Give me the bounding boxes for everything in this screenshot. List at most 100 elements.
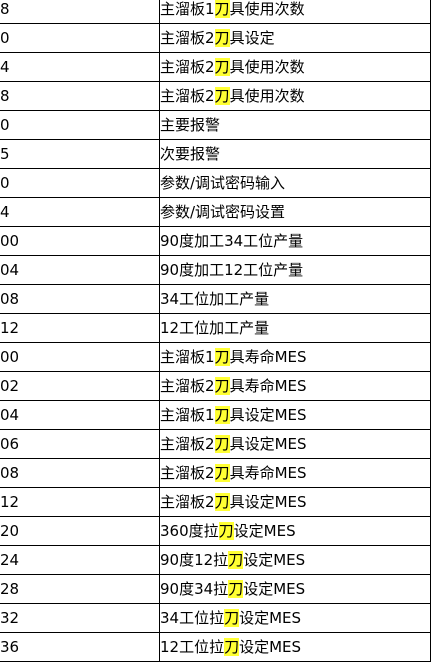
description-suffix: 具使用次数 [229, 58, 305, 76]
description-text: 主溜板2 [160, 58, 215, 76]
description-suffix: 具寿命MES [229, 377, 307, 395]
table-row: 00 主溜板1刀具寿命MES [0, 342, 431, 372]
table-row: 20 360度拉刀设定MES [0, 516, 431, 546]
description-suffix: 设定MES [239, 609, 302, 627]
description-text: 90度12拉 [160, 551, 229, 569]
code-cell: 00 [0, 226, 160, 256]
table-row: 8 主溜板1刀具使用次数 [0, 0, 431, 24]
description-cell: 12工位拉刀设定MES [159, 632, 431, 662]
description-suffix: 设定MES [243, 551, 306, 569]
highlighted-term: 刀 [214, 377, 230, 395]
description-text: 主溜板2 [160, 493, 215, 511]
table-row: 02 主溜板2刀具寿命MES [0, 371, 431, 401]
description-text: 次要报警 [160, 145, 221, 163]
description-cell: 34工位拉刀设定MES [159, 603, 431, 633]
highlighted-term: 刀 [228, 580, 244, 598]
code-cell: 12 [0, 487, 160, 517]
description-text: 主溜板2 [160, 29, 215, 47]
description-suffix: 具使用次数 [229, 87, 305, 105]
highlighted-term: 刀 [214, 435, 230, 453]
code-cell: 36 [0, 632, 160, 662]
description-text: 360度拉 [160, 522, 219, 540]
description-text: 主溜板1 [160, 0, 215, 18]
description-cell: 参数/调试密码设置 [159, 197, 431, 227]
table-row: 08 34工位加工产量 [0, 284, 431, 314]
highlighted-term: 刀 [214, 58, 230, 76]
description-cell: 主溜板1刀具设定MES [159, 400, 431, 430]
code-cell: 4 [0, 197, 160, 227]
table-row: 0 参数/调试密码输入 [0, 168, 431, 198]
description-text: 90度34拉 [160, 580, 229, 598]
description-suffix: 设定MES [233, 522, 296, 540]
description-cell: 次要报警 [159, 139, 431, 169]
highlighted-term: 刀 [224, 609, 240, 627]
description-cell: 主要报警 [159, 110, 431, 140]
code-cell: 0 [0, 168, 160, 198]
description-text: 参数/调试密码设置 [160, 203, 286, 221]
code-cell: 8 [0, 81, 160, 111]
description-cell: 主溜板2刀具寿命MES [159, 458, 431, 488]
code-cell: 08 [0, 458, 160, 488]
description-suffix: 具寿命MES [229, 464, 307, 482]
description-text: 34工位加工产量 [160, 290, 270, 308]
description-suffix: 具使用次数 [229, 0, 305, 18]
description-cell: 主溜板2刀具寿命MES [159, 371, 431, 401]
highlighted-term: 刀 [214, 29, 230, 47]
table-row: 5 次要报警 [0, 139, 431, 169]
table-row: 8 主溜板2刀具使用次数 [0, 81, 431, 111]
description-cell: 主溜板2刀具设定 [159, 23, 431, 53]
highlighted-term: 刀 [214, 0, 230, 18]
description-cell: 主溜板1刀具寿命MES [159, 342, 431, 372]
description-text: 主要报警 [160, 116, 221, 134]
description-cell: 参数/调试密码输入 [159, 168, 431, 198]
description-text: 主溜板2 [160, 464, 215, 482]
table-row: 04 主溜板1刀具设定MES [0, 400, 431, 430]
code-cell: 4 [0, 52, 160, 82]
highlighted-term: 刀 [214, 464, 230, 482]
code-cell: 04 [0, 255, 160, 285]
description-suffix: 具设定MES [229, 493, 307, 511]
description-cell: 主溜板1刀具使用次数 [159, 0, 431, 24]
description-text: 90度加工34工位产量 [160, 232, 304, 250]
description-cell: 34工位加工产量 [159, 284, 431, 314]
code-cell: 20 [0, 516, 160, 546]
code-cell: 24 [0, 545, 160, 575]
description-text: 主溜板1 [160, 348, 215, 366]
description-text: 主溜板2 [160, 87, 215, 105]
table-row: 36 12工位拉刀设定MES [0, 632, 431, 662]
description-text: 主溜板1 [160, 406, 215, 424]
table-row: 4 主溜板2刀具使用次数 [0, 52, 431, 82]
description-cell: 90度34拉刀设定MES [159, 574, 431, 604]
description-cell: 90度加工12工位产量 [159, 255, 431, 285]
description-text: 参数/调试密码输入 [160, 174, 286, 192]
table-row: 12 主溜板2刀具设定MES [0, 487, 431, 517]
document-sheet: 8 主溜板1刀具使用次数 0 主溜板2刀具设定 4 主溜板2刀具使用次数 8 主溜板2刀具使用… [0, 0, 435, 669]
description-text: 主溜板2 [160, 435, 215, 453]
description-cell: 主溜板2刀具使用次数 [159, 52, 431, 82]
table-row: 12 12工位加工产量 [0, 313, 431, 343]
description-cell: 90度12拉刀设定MES [159, 545, 431, 575]
table-row: 32 34工位拉刀设定MES [0, 603, 431, 633]
table-body: 8 主溜板1刀具使用次数 0 主溜板2刀具设定 4 主溜板2刀具使用次数 8 主溜板2刀具使用… [0, 0, 431, 662]
table-row: 0 主溜板2刀具设定 [0, 23, 431, 53]
highlighted-term: 刀 [228, 551, 244, 569]
highlighted-term: 刀 [214, 493, 230, 511]
highlighted-term: 刀 [214, 406, 230, 424]
description-suffix: 具设定 [229, 29, 275, 47]
description-suffix: 设定MES [243, 580, 306, 598]
code-cell: 08 [0, 284, 160, 314]
description-text: 12工位拉 [160, 638, 225, 656]
code-cell: 8 [0, 0, 160, 24]
description-suffix: 具设定MES [229, 406, 307, 424]
table-row: 00 90度加工34工位产量 [0, 226, 431, 256]
code-cell: 0 [0, 110, 160, 140]
table-row: 28 90度34拉刀设定MES [0, 574, 431, 604]
data-table: 8 主溜板1刀具使用次数 0 主溜板2刀具设定 4 主溜板2刀具使用次数 8 主溜板2刀具使用… [0, 0, 431, 662]
description-text: 90度加工12工位产量 [160, 261, 304, 279]
table-row: 0 主要报警 [0, 110, 431, 140]
description-text: 主溜板2 [160, 377, 215, 395]
description-suffix: 具寿命MES [229, 348, 307, 366]
description-cell: 主溜板2刀具设定MES [159, 429, 431, 459]
description-cell: 360度拉刀设定MES [159, 516, 431, 546]
description-suffix: 具设定MES [229, 435, 307, 453]
